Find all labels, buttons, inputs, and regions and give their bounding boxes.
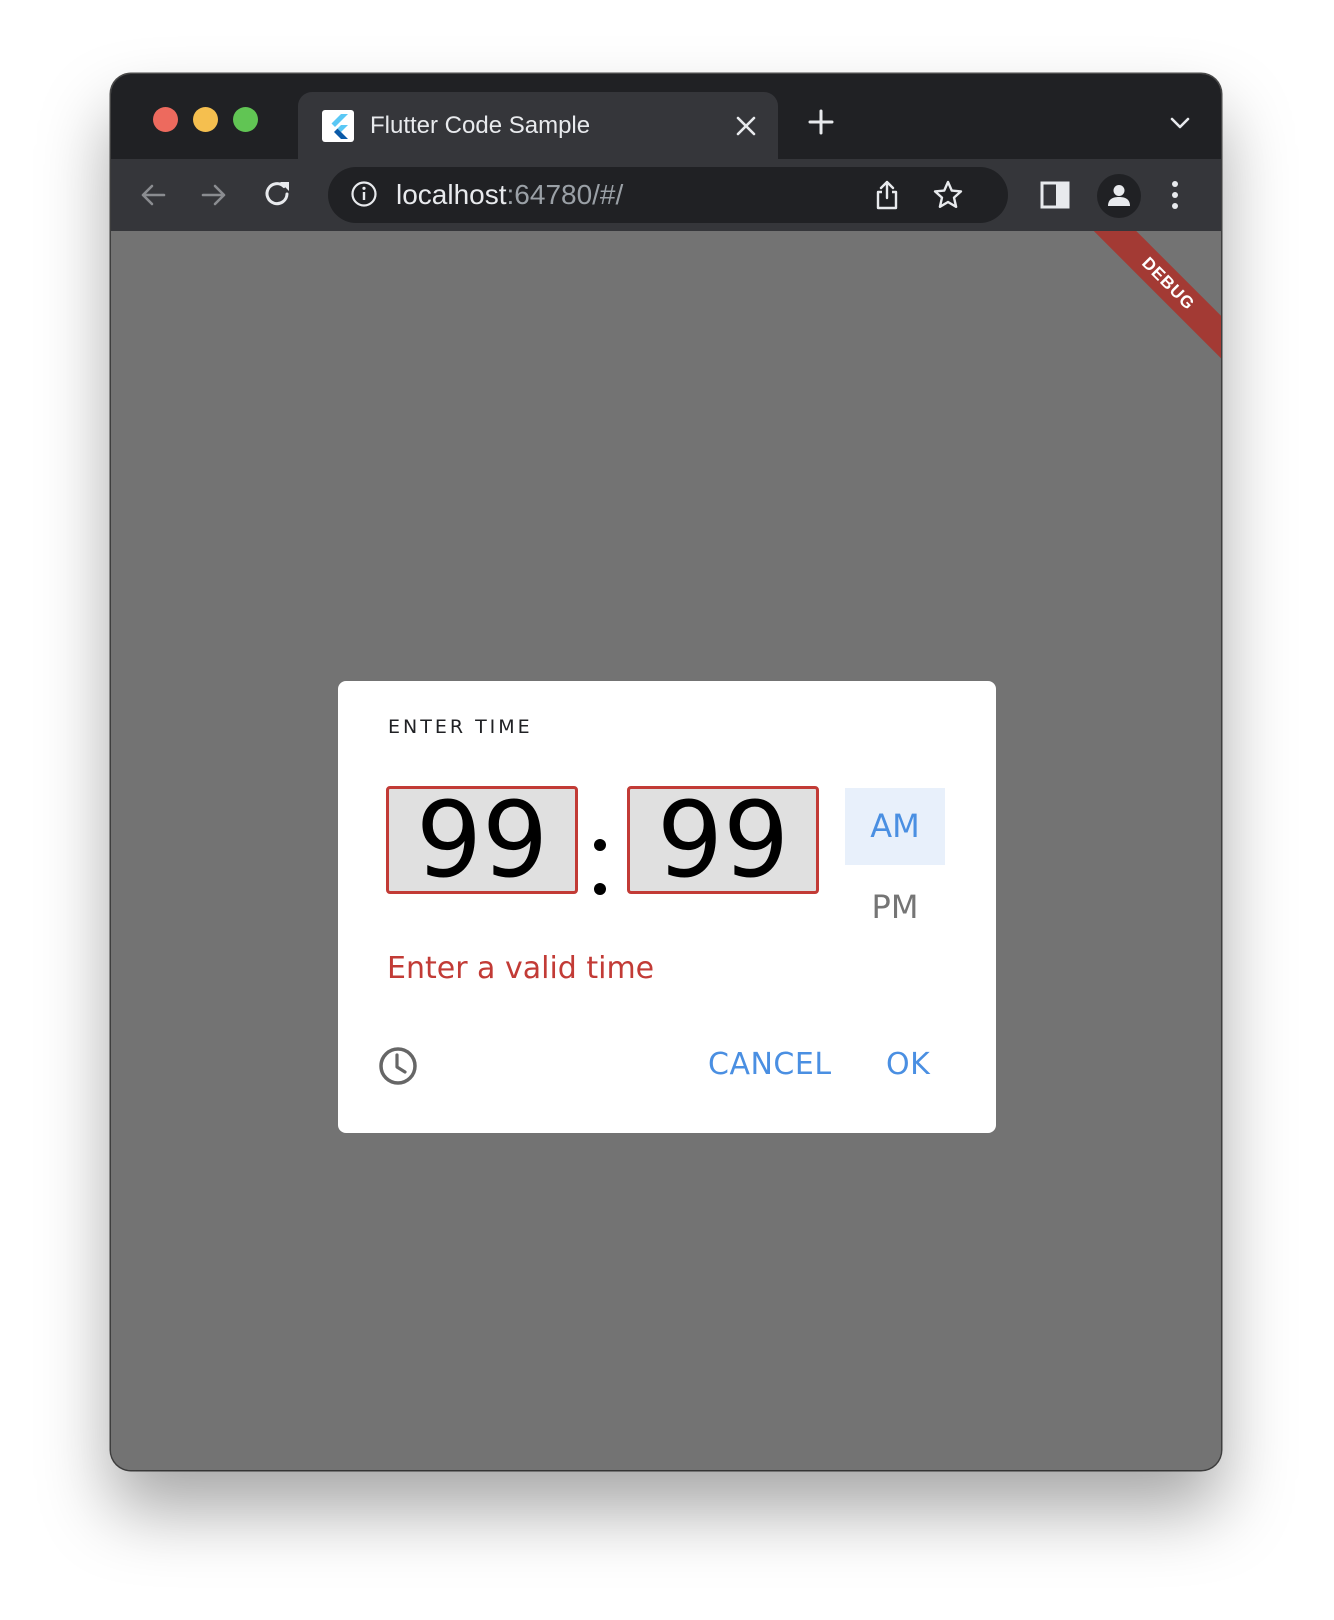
url-path: :64780/#/ [506,179,624,210]
avatar[interactable] [1097,174,1141,218]
hour-input[interactable]: 99 [386,786,578,894]
chevron-down-icon[interactable] [1169,115,1191,131]
am-button[interactable]: AM [845,788,945,865]
kebab-menu-icon[interactable] [1168,179,1182,211]
address-bar[interactable]: localhost:64780/#/ [328,167,1008,223]
pm-button[interactable]: PM [845,869,945,946]
browser-toolbar: localhost:64780/#/ [111,159,1221,231]
star-icon[interactable] [932,179,964,211]
tab-strip: Flutter Code Sample [111,74,1221,159]
close-window-button[interactable] [153,107,178,132]
arrow-right-icon[interactable] [199,180,229,210]
url-text[interactable]: localhost:64780/#/ [396,179,623,211]
minimize-window-button[interactable] [193,107,218,132]
day-period-toggle: AM PM [845,788,945,950]
time-picker-dialog: ENTER TIME 99 99 AM PM Enter a valid tim… [338,681,996,1133]
debug-banner: DEBUG [1083,231,1221,369]
minute-input[interactable]: 99 [627,786,819,894]
arrow-left-icon[interactable] [138,180,168,210]
browser-tab[interactable]: Flutter Code Sample [298,92,778,159]
clock-icon[interactable] [376,1044,420,1088]
flutter-logo-icon [322,110,354,142]
side-panel-icon[interactable] [1040,181,1070,209]
browser-window: Flutter Code Sample localhost:64780/#/ D… [111,74,1221,1470]
maximize-window-button[interactable] [233,107,258,132]
time-separator [593,836,607,896]
cancel-button[interactable]: CANCEL [708,1047,832,1082]
page-content: DEBUG ENTER TIME 99 99 AM PM Enter a val… [111,231,1221,1470]
share-icon[interactable] [874,179,900,211]
tab-title: Flutter Code Sample [370,112,591,139]
plus-icon[interactable] [808,109,834,135]
url-host: localhost [396,179,507,210]
error-message: Enter a valid time [387,951,655,986]
profile-icon [1108,185,1130,206]
info-icon[interactable] [350,180,378,208]
close-icon[interactable] [735,115,757,137]
reload-icon[interactable] [261,178,293,210]
help-text: ENTER TIME [388,716,533,738]
ok-button[interactable]: OK [886,1047,930,1082]
